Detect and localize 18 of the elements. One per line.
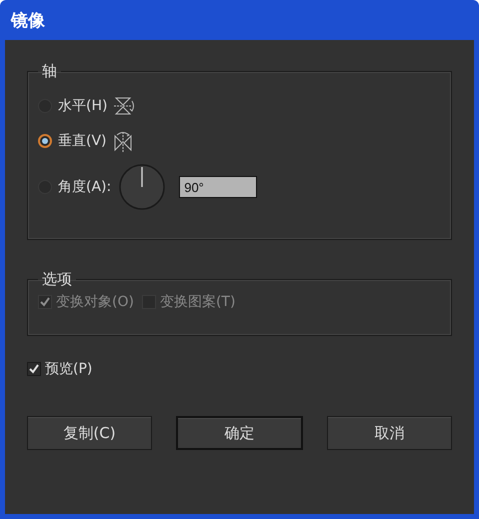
- radio-button[interactable]: [38, 134, 52, 148]
- dialog-button[interactable]: 复制(C): [27, 416, 152, 450]
- dialog-button[interactable]: 确定: [176, 416, 303, 450]
- flip-horizontal-icon: [113, 96, 136, 116]
- checkbox[interactable]: [27, 362, 41, 376]
- checkbox-label: 变换图案(T): [160, 293, 236, 311]
- checkbox-label: 变换对象(O): [56, 293, 134, 311]
- radio-label: 角度(A):: [58, 178, 112, 196]
- window-title: 镜像: [11, 10, 45, 32]
- angle-dial[interactable]: [119, 164, 166, 210]
- group-title: 选项: [41, 270, 73, 289]
- radio-label: 垂直(V): [58, 132, 107, 150]
- flip-vertical-icon: [112, 130, 133, 152]
- group-title: 轴: [41, 62, 58, 81]
- checkbox-label: 预览(P): [45, 360, 92, 378]
- dialog-button[interactable]: 取消: [327, 416, 452, 450]
- radio-label: 水平(H): [58, 97, 108, 115]
- angle-field[interactable]: 90°: [179, 176, 258, 198]
